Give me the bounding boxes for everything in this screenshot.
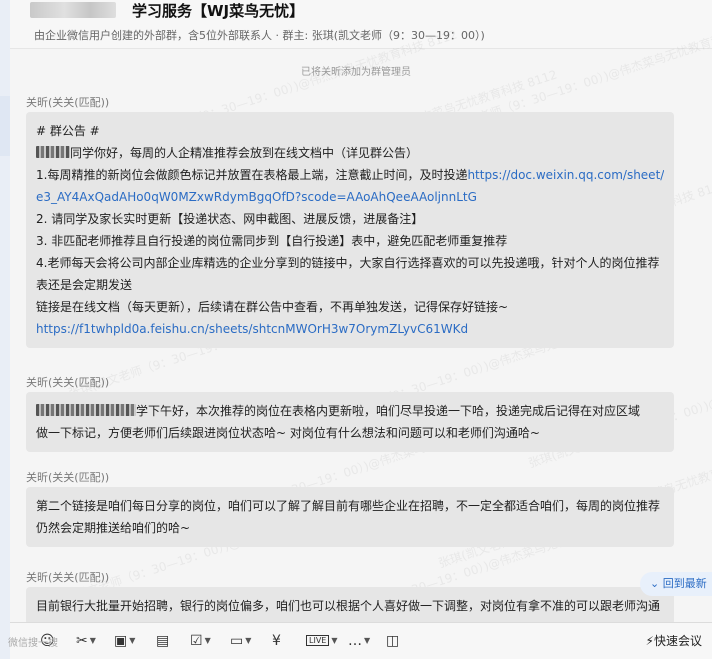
message-text: # 群公告 # xyxy=(36,124,100,138)
input-toolbar: ☺ ✂ ▼ ▣ ▼ ▤ ☑ ▼ ▭ ▼ ¥ LIVE ▼… ▼ ◫ ⚡快速会议 xyxy=(10,622,712,659)
message-bubble[interactable]: # 群公告 # 同学你好，每周的人企精准推荐会放到在线文档中（详见群公告） 1.每周… xyxy=(26,112,674,348)
chat-window: 学习服务【WJ菜鸟无忧】 由企业微信用户创建的外部群，含5位外部联系人 · 群主… xyxy=(0,0,712,659)
message-line: https://f1twhpld0a.feishu.cn/sheets/shtc… xyxy=(36,318,664,340)
dropdown-caret-icon[interactable]: ▼ xyxy=(245,636,251,645)
payment-button[interactable]: ¥ xyxy=(272,632,281,650)
sidebar-edge xyxy=(0,0,10,659)
message-text: 1.每周精推的新岗位会做颜色标记并放置在表格最上端，注意截止时间，及时投递 xyxy=(36,168,468,182)
message-line: 第二个链接是咱们每日分享的岗位，咱们可以了解了解目前有哪些企业在招聘，不一定全都… xyxy=(36,495,664,517)
redacted-name xyxy=(36,146,70,158)
back-to-latest-button[interactable]: ⌄ 回到最新 xyxy=(640,572,712,596)
group-title[interactable]: 学习服务【WJ菜鸟无忧】 xyxy=(132,0,304,21)
screenshot-button[interactable]: ✂ ▼ xyxy=(76,632,96,650)
message-text: 3. 非匹配老师推荐且自行投递的岗位需同步到【自行投递】表中，避免匹配老师重复推… xyxy=(36,234,508,248)
task-button[interactable]: ☑ ▼ xyxy=(190,632,211,650)
message-line: 做一下标记，方便老师们后续跟进岗位状态哈~ 对岗位有什么想法和问题可以和老师们沟… xyxy=(36,422,664,444)
message-line: 同学你好，每周的人企精准推荐会放到在线文档中（详见群公告） xyxy=(36,142,664,164)
payment-icon: ¥ xyxy=(272,633,281,649)
message-link[interactable]: https://f1twhpld0a.feishu.cn/sheets/shtc… xyxy=(36,322,468,336)
live-button[interactable]: LIVE ▼ xyxy=(306,632,338,650)
screenshot-icon: ✂ xyxy=(76,633,88,649)
message-sender[interactable]: 关昕(关关(匹配)) xyxy=(26,469,109,485)
chat-header: 学习服务【WJ菜鸟无忧】 由企业微信用户创建的外部群，含5位外部联系人 · 群主… xyxy=(10,0,712,49)
live-icon: LIVE xyxy=(306,635,330,646)
message-text: 表还是会定期发送 xyxy=(36,278,133,292)
message-line: 仍然会定期推送给咱们的哈~ xyxy=(36,517,664,539)
dropdown-caret-icon[interactable]: ▼ xyxy=(331,636,337,645)
message-sender[interactable]: 关昕(关关(匹配)) xyxy=(26,94,109,110)
message-line: 4.老师每天会将公司内部企业库精选的企业分享到的链接中，大家自行选择喜欢的可以先… xyxy=(36,252,664,274)
dropdown-caret-icon[interactable]: ▼ xyxy=(205,636,211,645)
message-line: 目前银行大批量开始招聘，银行的岗位偏多，咱们也可以根据个人喜好做一下调整，对岗位… xyxy=(36,595,664,617)
message-text: 仍然会定期推送给咱们的哈~ xyxy=(36,521,191,535)
message-bubble[interactable]: 目前银行大批量开始招聘，银行的岗位偏多，咱们也可以根据个人喜好做一下调整，对岗位… xyxy=(26,587,674,625)
dropdown-caret-icon[interactable]: ▼ xyxy=(364,636,370,645)
message-text: 同学你好，每周的人企精准推荐会放到在线文档中（详见群公告） xyxy=(70,146,419,160)
message-text: 做一下标记，方便老师们后续跟进岗位状态哈~ 对岗位有什么想法和问题可以和老师们沟… xyxy=(36,426,540,440)
quick-meeting-button[interactable]: ⚡快速会议 xyxy=(646,632,702,650)
dropdown-caret-icon[interactable]: ▼ xyxy=(90,636,96,645)
task-icon: ☑ xyxy=(190,633,203,649)
message-line: 学下午好，本次推荐的岗位在表格内更新啦，咱们尽早投递一下哈，投递完成后记得在对应… xyxy=(36,400,664,422)
message-text: 4.老师每天会将公司内部企业库精选的企业分享到的链接中，大家自行选择喜欢的可以先… xyxy=(36,256,660,270)
redacted-name xyxy=(36,404,136,416)
message-text: 链接是在线文档（每天更新），后续请在群公告中查看，不再单独发送，记得保存好链接~ xyxy=(36,300,509,314)
message-text: 学下午好，本次推荐的岗位在表格内更新啦，咱们尽早投递一下哈，投递完成后记得在对应… xyxy=(136,404,641,418)
message-link[interactable]: e3_AY4AxQadAHo0qW0MZxwRdymBgqOfD?scode=A… xyxy=(36,190,477,204)
message-line: 链接是在线文档（每天更新），后续请在群公告中查看，不再单独发送，记得保存好链接~ xyxy=(36,296,664,318)
message-text: 目前银行大批量开始招聘，银行的岗位偏多，咱们也可以根据个人喜好做一下调整，对岗位… xyxy=(36,599,661,613)
message-link[interactable]: https://doc.weixin.qq.com/sheet/ xyxy=(467,168,664,182)
brand-mark: 微信搜一搜 xyxy=(8,638,58,649)
image-button[interactable]: ▣ ▼ xyxy=(114,632,135,650)
chat-bubble-icon: … xyxy=(348,633,362,649)
message-bubble[interactable]: 学下午好，本次推荐的岗位在表格内更新啦，咱们尽早投递一下哈，投递完成后记得在对应… xyxy=(26,392,674,452)
chat-bubble-button[interactable]: … ▼ xyxy=(348,632,370,650)
message-text: 第二个链接是咱们每日分享的岗位，咱们可以了解了解目前有哪些企业在招聘，不一定全都… xyxy=(36,499,661,513)
message-line: 表还是会定期发送 xyxy=(36,274,664,296)
message-line: # 群公告 # xyxy=(36,120,664,142)
group-subtitle: 由企业微信用户创建的外部群，含5位外部联系人 · 群主: 张琪(凯文老师（9：3… xyxy=(34,29,485,42)
image-icon: ▣ xyxy=(114,633,128,649)
message-line: 3. 非匹配老师推荐且自行投递的岗位需同步到【自行投递】表中，避免匹配老师重复推… xyxy=(36,230,664,252)
message-line: e3_AY4AxQadAHo0qW0MZxwRdymBgqOfD?scode=A… xyxy=(36,186,664,208)
message-sender[interactable]: 关昕(关关(匹配)) xyxy=(26,374,109,390)
document-button[interactable]: ▤ xyxy=(156,632,169,650)
folder-icon: ▭ xyxy=(230,633,244,649)
message-text: 2. 请同学及家长实时更新【投递状态、网申截图、进展反馈，进展备注】 xyxy=(36,212,424,226)
lightning-icon: ⚡ xyxy=(645,634,654,648)
sidebar-selected-indicator xyxy=(0,96,10,156)
message-bubble[interactable]: 第二个链接是咱们每日分享的岗位，咱们可以了解了解目前有哪些企业在招聘，不一定全都… xyxy=(26,487,674,547)
back-to-latest-label: 回到最新 xyxy=(662,577,707,590)
group-avatar[interactable] xyxy=(30,2,116,18)
quick-meeting-label: 快速会议 xyxy=(653,634,702,648)
message-sender[interactable]: 关昕(关关(匹配)) xyxy=(26,569,109,585)
message-line: 1.每周精推的新岗位会做颜色标记并放置在表格最上端，注意截止时间，及时投递htt… xyxy=(36,164,664,186)
document-icon: ▤ xyxy=(156,633,170,649)
chevron-down-icon: ⌄ xyxy=(650,577,663,590)
folder-button[interactable]: ▭ ▼ xyxy=(230,632,251,650)
history-icon: ◫ xyxy=(386,633,400,649)
message-line: 2. 请同学及家长实时更新【投递状态、网申截图、进展反馈，进展备注】 xyxy=(36,208,664,230)
dropdown-caret-icon[interactable]: ▼ xyxy=(129,636,135,645)
system-notice: 已将关昕添加为群管理员 xyxy=(301,67,411,78)
history-button[interactable]: ◫ xyxy=(386,632,399,650)
